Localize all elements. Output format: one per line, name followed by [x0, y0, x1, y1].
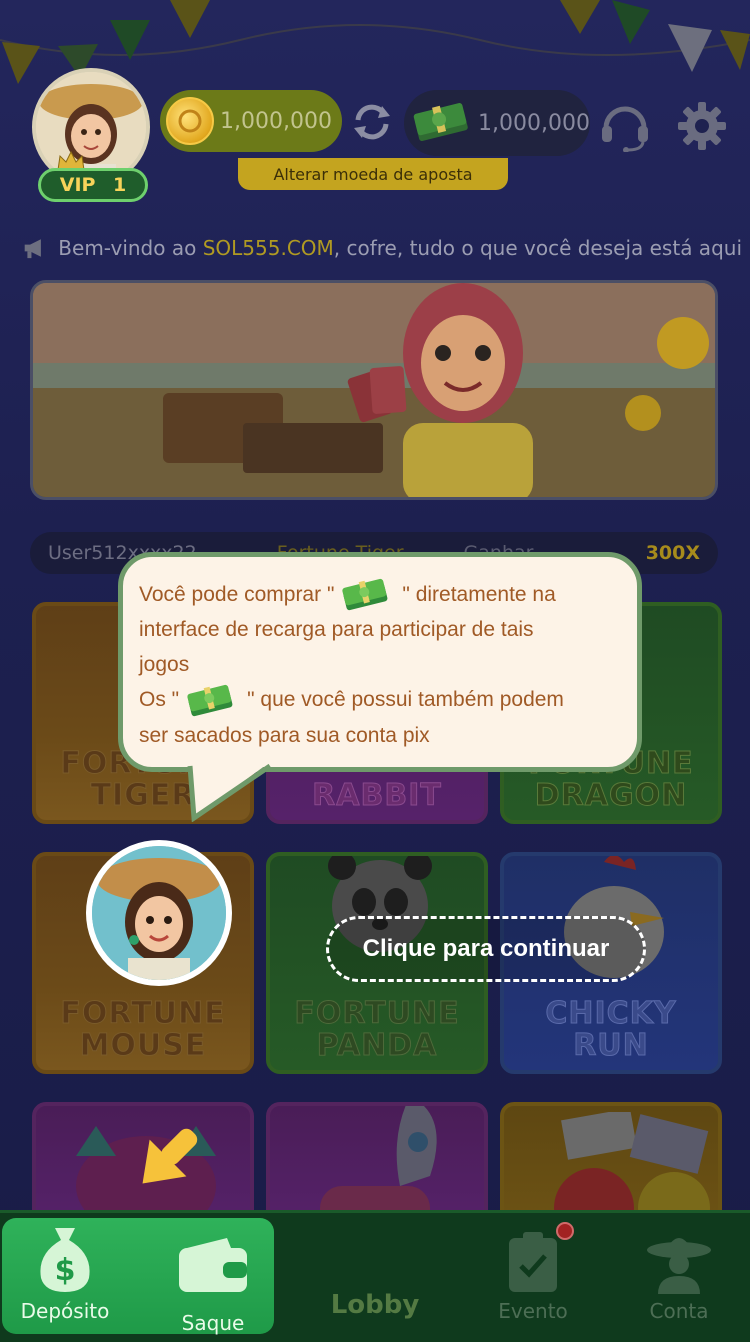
nav-lobby-label: Lobby	[330, 1290, 420, 1320]
nav-event-label: Evento	[498, 1299, 568, 1323]
tooltip-line4-b: " que você possui também podem	[247, 688, 564, 712]
banner-illustration	[33, 283, 715, 497]
tooltip-line1-a: Você pode comprar "	[139, 583, 335, 606]
game-title: FORTUNE MOUSE	[60, 996, 226, 1063]
tooltip-line-2: interface de recarga para participar de …	[139, 618, 534, 642]
guide-avatar-image	[92, 846, 226, 980]
avatar-portrait	[36, 72, 146, 182]
tooltip-tail	[187, 762, 272, 822]
svg-text:$: $	[55, 1253, 76, 1288]
megaphone-icon	[24, 239, 41, 259]
cash-stack-icon	[413, 103, 468, 142]
swap-currency-icon[interactable]	[348, 98, 396, 146]
nav-account[interactable]: Conta	[614, 1230, 744, 1323]
cash-balance-pill[interactable]: 1,000,000	[404, 90, 590, 156]
cash-balance-value: 1,000,000	[478, 110, 590, 136]
nav-withdraw-label: Saque	[181, 1311, 245, 1335]
guide-avatar	[86, 840, 232, 986]
wallet-icon	[179, 1238, 247, 1292]
continue-button[interactable]: Clique para continuar	[326, 916, 646, 982]
nav-deposit-label: Depósito	[20, 1299, 110, 1323]
ticker-multiplier: 300X	[645, 542, 700, 564]
marquee-text: Bem-vindo ao SOL555.COM, cofre, tudo o q…	[58, 236, 742, 260]
vip-badge[interactable]: VIP 1	[38, 168, 148, 202]
vip-label: VIP	[59, 174, 96, 196]
tooltip-line-4: Os " " que você possui também podem	[139, 682, 637, 717]
marquee-prefix: Bem-vindo ao	[58, 236, 203, 260]
game-title-line2: RUN	[573, 1028, 649, 1063]
tooltip-line-5: ser sacados para sua conta pix	[139, 723, 430, 747]
nav-withdraw[interactable]: Saque	[148, 1236, 278, 1335]
tutorial-tooltip: Você pode comprar " " diretamente na inte…	[118, 552, 642, 772]
game-title-line1: FORTUNE	[60, 996, 226, 1031]
game-title: CHICKY RUN	[545, 996, 677, 1063]
nav-account-label: Conta	[649, 1299, 709, 1323]
clipboard-check-icon	[509, 1232, 557, 1292]
tooltip-line-1: Você pode comprar " " diretamente na	[139, 577, 637, 612]
lobby-screen: VIP 1 1,000,000 1,000,000 Alterar moeda …	[0, 0, 750, 1342]
support-headset-icon[interactable]	[598, 98, 652, 152]
coin-balance-value: 1,000,000	[220, 108, 332, 134]
marquee-suffix: , cofre, tudo o que você deseja está aqu…	[333, 236, 742, 260]
vip-level: 1	[113, 174, 127, 196]
nav-deposit[interactable]: $ Depósito	[0, 1224, 130, 1323]
marquee-brand: SOL555.COM	[202, 236, 334, 260]
change-bet-currency-button[interactable]: Alterar moeda de aposta	[238, 158, 508, 190]
money-bag-icon: $	[40, 1228, 90, 1292]
game-title: FORTUNE PANDA	[294, 996, 460, 1063]
settings-gear-icon[interactable]	[676, 100, 728, 152]
game-title-line1: CHICKY	[545, 996, 677, 1031]
guide-portrait	[92, 846, 226, 980]
game-title-line2: PANDA	[316, 1028, 438, 1063]
pointer-arrow-icon	[142, 1128, 198, 1184]
nav-lobby[interactable]: Lobby	[310, 1290, 440, 1320]
game-title-line2: DRAGON	[534, 778, 688, 813]
game-title-line2: MOUSE	[79, 1028, 207, 1063]
game-title: RABBIT	[312, 778, 442, 813]
tooltip-line1-b: " diretamente na	[402, 583, 556, 606]
announcement-marquee: Bem-vindo ao SOL555.COM, cofre, tudo o q…	[22, 230, 742, 266]
nav-event[interactable]: Evento	[468, 1230, 598, 1323]
game-title-line1: FORTUNE	[294, 996, 460, 1031]
gold-coin-icon	[166, 97, 214, 145]
coin-balance-pill[interactable]: 1,000,000	[160, 90, 342, 152]
cash-stack-icon	[187, 684, 233, 717]
promo-banner[interactable]	[30, 280, 718, 500]
tooltip-line4-a: Os "	[139, 688, 180, 712]
sombrero-user-icon	[647, 1238, 711, 1294]
cash-stack-icon	[342, 579, 388, 611]
tooltip-line-3: jogos	[139, 653, 190, 677]
game-title-line2: RABBIT	[312, 778, 442, 813]
